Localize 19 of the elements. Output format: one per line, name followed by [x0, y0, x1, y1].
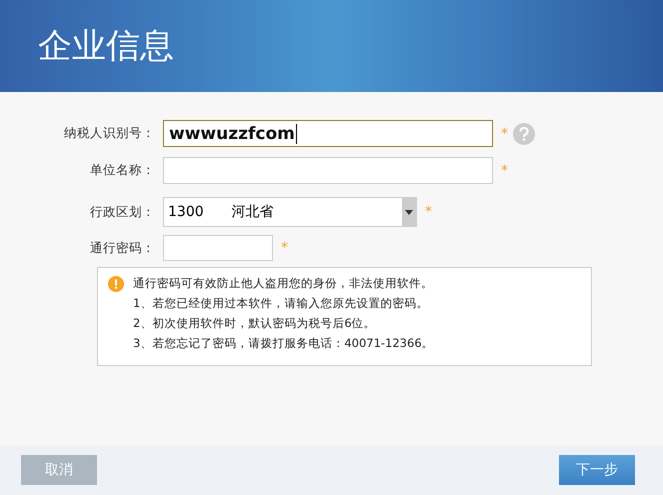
field-label: 单位名称：: [89, 162, 156, 179]
required-mark: *: [501, 162, 508, 178]
required-mark: *: [281, 240, 288, 256]
warning-icon: [108, 276, 124, 292]
region-select[interactable]: 1300 河北省: [163, 197, 417, 227]
input-field[interactable]: [163, 235, 273, 261]
required-mark: *: [425, 204, 432, 220]
field-label: 纳税人识别号：: [63, 125, 156, 142]
input-field[interactable]: [163, 157, 493, 184]
field-label: 通行密码：: [89, 240, 156, 256]
notice-line: 2、初次使用软件时，默认密码为税号后6位。: [133, 316, 377, 331]
window-title: 企业信息: [38, 25, 174, 68]
input-field[interactable]: wwwuzzfcom: [163, 120, 493, 147]
required-mark: *: [501, 126, 508, 142]
notice-heading: 通行密码可有效防止他人盗用您的身份，非法使用软件。: [133, 276, 434, 291]
notice-line: 3、若您忘记了密码，请拨打服务电话：40071-12366。: [133, 336, 434, 351]
field-label: 行政区划：: [89, 204, 156, 220]
help-icon[interactable]: [513, 122, 535, 144]
notice-line: 1、若您已经使用过本软件，请输入您原先设置的密码。: [133, 296, 430, 311]
